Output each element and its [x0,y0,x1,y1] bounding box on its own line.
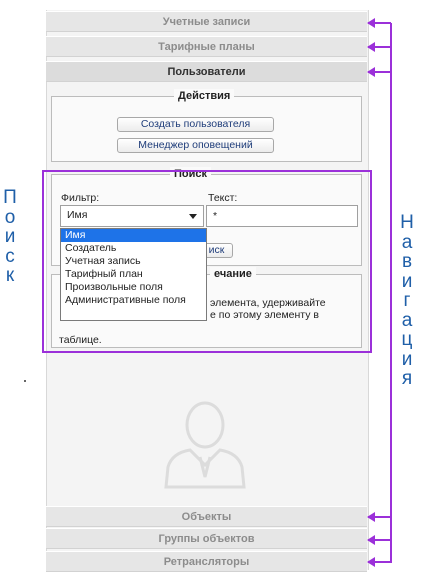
arrow-left-icon [367,535,391,545]
dropdown-option-name[interactable]: Имя [61,229,206,242]
arrow-left-icon [367,512,391,522]
note-legend: ечание [210,267,256,281]
navigation-annotation-letter: и [401,348,413,370]
chevron-down-icon [189,214,197,219]
note-line-1: элемента, удерживайте [210,297,326,309]
arrow-left-icon [367,67,391,77]
accordion-object-groups[interactable]: Группы объектов [46,528,367,549]
note-line-3: таблице. [59,334,102,346]
navigation-annotation: Н а в и г а ц и я [398,213,416,389]
arrow-left-icon [367,18,391,28]
navigation-annotation-letter: и [401,270,413,292]
navigation-annotation-letter: ц [401,329,413,350]
accordion-objects[interactable]: Объекты [46,506,367,527]
notification-manager-button[interactable]: Менеджер оповещений [117,138,274,153]
text-input[interactable]: * [206,205,358,227]
accordion-retranslators[interactable]: Ретрансляторы [46,551,367,572]
filter-select-value: Имя [67,209,88,221]
note-line-2: е по этому элементу в [210,309,319,321]
accordion-tariff-plans[interactable]: Тарифные планы [46,36,367,57]
filter-select[interactable]: Имя [60,205,204,227]
decorative-dot [24,380,26,382]
create-user-button[interactable]: Создать пользователя [117,117,274,132]
navigation-annotation-letter: а [401,309,413,331]
navigation-annotation-letter: г [403,290,411,311]
dropdown-option-creator[interactable]: Создатель [61,242,206,255]
search-annotation-letter: с [5,245,15,267]
search-annotation-letter: и [4,226,16,247]
filter-label: Фильтр: [61,192,100,204]
search-annotation-letter: к [5,265,15,286]
search-annotation-letter: П [3,187,17,208]
text-label: Текст: [208,192,238,204]
navigation-annotation-letter: я [401,368,413,389]
navigation-annotation-letter: в [401,251,413,272]
search-annotation: П о и с к [2,188,18,286]
dropdown-option-admin-fields[interactable]: Административные поля [61,294,206,307]
navigation-annotation-letter: Н [400,212,414,233]
dropdown-option-tariff-plan[interactable]: Тарифный план [61,268,206,281]
filter-dropdown-list[interactable]: Имя Создатель Учетная запись Тарифный пл… [60,228,207,321]
navigation-bracket [390,23,392,563]
arrow-left-icon [367,42,391,52]
actions-legend: Действия [174,89,235,103]
navigation-annotation-letter: а [401,231,413,253]
arrow-left-icon [367,557,391,567]
dropdown-option-account[interactable]: Учетная запись [61,255,206,268]
search-legend: Поиск [170,167,212,181]
accordion-users[interactable]: Пользователи [46,61,367,82]
search-annotation-letter: о [4,206,16,228]
dropdown-option-custom-fields[interactable]: Произвольные поля [61,281,206,294]
user-silhouette-icon [164,401,246,489]
accordion-accounts[interactable]: Учетные записи [46,11,367,32]
